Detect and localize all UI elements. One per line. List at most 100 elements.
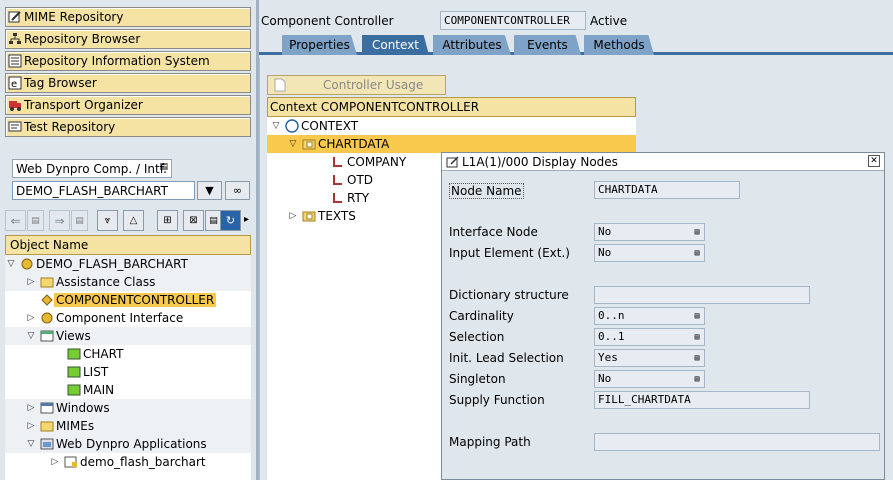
dialog-title-bar: L1A(1)/000 Display Nodes ✕: [442, 153, 884, 171]
tree-row-selected[interactable]: COMPONENTCONTROLLER: [5, 291, 251, 309]
test-repository-label: Test Repository: [24, 120, 116, 134]
controller-name-field[interactable]: COMPONENTCONTROLLER: [440, 11, 586, 30]
expanded-icon[interactable]: ▽: [270, 121, 282, 131]
expanded-icon[interactable]: ▽: [287, 139, 299, 149]
up-button[interactable]: △: [123, 210, 144, 231]
object-type-select[interactable]: Web Dynpro Comp. / Intf. ▤: [12, 159, 172, 178]
dictionary-structure-label: Dictionary structure: [449, 288, 569, 302]
input-element-select[interactable]: No ▤: [594, 244, 705, 262]
repository-information-system-label: Repository Information System: [24, 54, 210, 68]
hierarchy-icon: [8, 32, 22, 46]
collapsed-icon[interactable]: ▷: [25, 421, 37, 431]
back-button[interactable]: ⇐: [5, 210, 26, 231]
node-name-label: Node Name: [449, 183, 524, 199]
collapsed-icon[interactable]: ▷: [25, 403, 37, 413]
cardinality-select[interactable]: 0..n ▤: [594, 307, 705, 325]
grid-button[interactable]: ⊠: [183, 210, 204, 231]
list-icon: ▤: [75, 215, 84, 226]
tab-context[interactable]: Context: [362, 35, 429, 55]
test-repository-button[interactable]: Test Repository: [5, 117, 251, 137]
expanded-icon[interactable]: ▽: [5, 259, 17, 269]
dropdown-icon: ▤: [694, 227, 700, 236]
dropdown-button[interactable]: ▼: [197, 181, 222, 200]
selection-select[interactable]: 0..1 ▤: [594, 328, 705, 346]
mime-repository-label: MIME Repository: [24, 10, 124, 24]
glasses-icon: ∞: [232, 184, 243, 197]
refresh-button[interactable]: ↻: [220, 210, 241, 231]
views-icon: [40, 329, 54, 343]
tab-methods[interactable]: Methods: [584, 35, 654, 55]
chevrons-down-icon: ⩔: [104, 215, 111, 226]
mapping-path-label: Mapping Path: [449, 435, 531, 449]
component-interface-icon: [40, 311, 54, 325]
display-nodes-dialog: L1A(1)/000 Display Nodes ✕ Node Name CHAR…: [441, 152, 885, 480]
windows-icon: [40, 401, 54, 415]
expanded-icon[interactable]: ▽: [25, 331, 37, 341]
arrow-right-icon: ⇒: [54, 213, 65, 228]
svg-text:e: e: [11, 79, 17, 90]
more-arrow-icon[interactable]: ▸: [244, 214, 249, 225]
singleton-label: Singleton: [449, 372, 506, 386]
dictionary-structure-field[interactable]: [594, 286, 810, 304]
object-name-input[interactable]: DEMO_FLASH_BARCHART: [12, 181, 195, 200]
tree-row[interactable]: ▷ MIMEs: [5, 417, 251, 435]
tree-row[interactable]: LIST: [5, 363, 251, 381]
mime-repository-button[interactable]: MIME Repository: [5, 7, 251, 27]
tree-row[interactable]: ▽ Views: [5, 327, 251, 345]
tree-row[interactable]: ▷ Component Interface: [5, 309, 251, 327]
display-button[interactable]: ∞: [225, 181, 250, 200]
dropdown-icon: ▤: [694, 332, 700, 341]
forward-button[interactable]: ⇒: [49, 210, 70, 231]
hierarchy-icon: ⊞: [163, 215, 172, 226]
hierarchy-button[interactable]: ⊞: [157, 210, 178, 231]
truck-icon: [8, 98, 22, 112]
applications-icon: [40, 437, 54, 451]
expanded-icon[interactable]: ▽: [25, 439, 37, 449]
mapping-path-field[interactable]: [594, 433, 880, 451]
object-tree: ▽ DEMO_FLASH_BARCHART ▷ Assistance Class C…: [5, 255, 251, 480]
context-row-selected[interactable]: ▽ CHARTDATA: [267, 135, 636, 153]
tab-events[interactable]: Events: [514, 35, 581, 55]
list-icon: ▤: [31, 215, 40, 226]
transport-organizer-button[interactable]: Transport Organizer: [5, 95, 251, 115]
init-lead-selection-select[interactable]: Yes ▤: [594, 349, 705, 367]
controller-usage-button[interactable]: Controller Usage: [267, 75, 446, 95]
test-icon: [8, 120, 22, 134]
supply-function-field[interactable]: FILL_CHARTDATA: [594, 391, 810, 409]
collapsed-icon[interactable]: ▷: [49, 457, 61, 467]
tag-icon: e: [8, 76, 22, 90]
collapsed-icon[interactable]: ▷: [25, 313, 37, 323]
tree-row[interactable]: ▷ demo_flash_barchart: [5, 453, 251, 471]
tree-row[interactable]: CHART: [5, 345, 251, 363]
tag-browser-button[interactable]: e Tag Browser: [5, 73, 251, 93]
tree-row[interactable]: ▽ Web Dynpro Applications: [5, 435, 251, 453]
tree-row[interactable]: ▷ Windows: [5, 399, 251, 417]
forward-list-button[interactable]: ▤: [71, 210, 88, 231]
view-icon: [67, 347, 81, 361]
tab-properties[interactable]: Properties: [282, 35, 357, 55]
component-icon: [20, 257, 34, 271]
tree-row[interactable]: MAIN: [5, 381, 251, 399]
repository-information-system-button[interactable]: Repository Information System: [5, 51, 251, 71]
node-name-field[interactable]: CHARTDATA: [594, 181, 740, 199]
controller-label: Component Controller: [261, 14, 394, 28]
folder-icon: [40, 275, 54, 289]
view-icon: [67, 383, 81, 397]
close-icon[interactable]: ✕: [868, 155, 880, 167]
singleton-select[interactable]: No ▤: [594, 370, 705, 388]
collapsed-icon[interactable]: ▷: [25, 277, 37, 287]
back-list-button[interactable]: ▤: [27, 210, 44, 231]
repository-browser-button[interactable]: Repository Browser: [5, 29, 251, 49]
collapse-button[interactable]: ⩔: [97, 210, 118, 231]
interface-node-select[interactable]: No ▤: [594, 223, 705, 241]
arrow-left-icon: ⇐: [10, 213, 21, 228]
node-icon: [302, 137, 316, 151]
view-icon: [67, 365, 81, 379]
collapsed-icon[interactable]: ▷: [287, 211, 299, 221]
tree-row[interactable]: ▽ DEMO_FLASH_BARCHART: [5, 255, 251, 273]
dropdown-icon: ▤: [694, 353, 700, 362]
tab-attributes[interactable]: Attributes: [433, 35, 511, 55]
edit-icon: [446, 155, 460, 169]
tree-row[interactable]: ▷ Assistance Class: [5, 273, 251, 291]
context-row[interactable]: ▽ CONTEXT: [267, 117, 636, 135]
